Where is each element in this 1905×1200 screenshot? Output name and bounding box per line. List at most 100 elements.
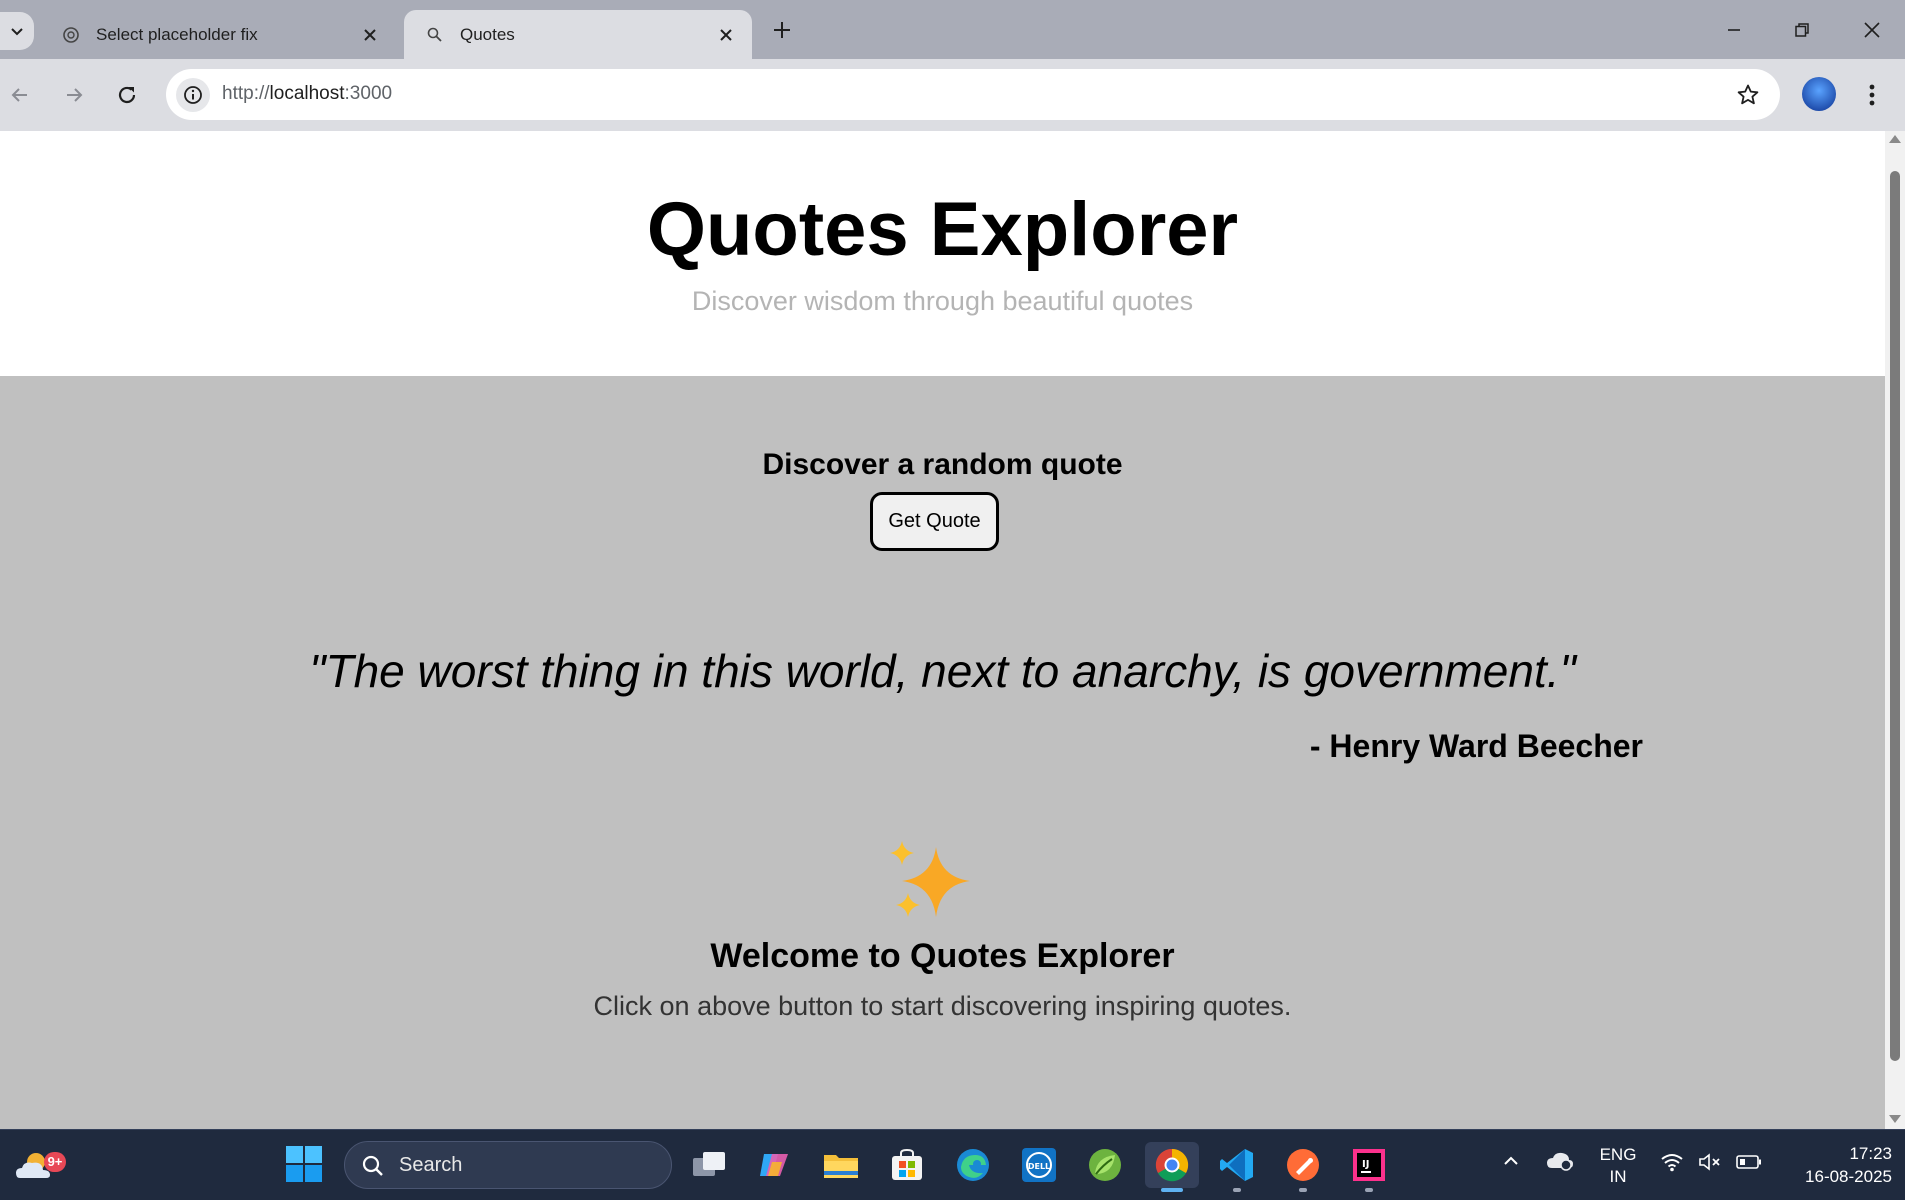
edge-icon [957, 1149, 989, 1181]
taskbar-search[interactable]: Search [344, 1141, 672, 1189]
quote-author: - Henry Ward Beecher [1309, 728, 1643, 764]
quote-text: "The worst thing in this world, next to … [309, 645, 1576, 697]
page-favicon-icon [424, 24, 446, 46]
page-scrollbar[interactable] [1885, 131, 1905, 1129]
chrome-icon [1155, 1148, 1189, 1182]
get-quote-button[interactable]: Get Quote [870, 492, 999, 551]
more-vertical-icon [1869, 84, 1875, 106]
windows-logo-icon [286, 1146, 322, 1182]
spring-tools-app[interactable] [1082, 1142, 1128, 1188]
copilot-icon [760, 1154, 788, 1176]
wifi-icon [1661, 1154, 1683, 1172]
onedrive-tray-button[interactable] [1546, 1150, 1574, 1177]
close-window-button[interactable] [1850, 10, 1894, 50]
chevron-down-icon [11, 28, 23, 36]
task-view-icon [693, 1152, 725, 1176]
dell-logo-icon: DELL [1022, 1148, 1056, 1182]
system-tray-icons[interactable] [1660, 1152, 1762, 1172]
back-button[interactable] [0, 75, 40, 115]
sparkles-icon [890, 841, 970, 917]
active-app-indicator [1161, 1188, 1183, 1192]
url-scheme: http:// [222, 83, 270, 104]
clock-date: 16-08-2025 [1805, 1167, 1892, 1186]
url-text[interactable]: http://localhost:3000 [222, 83, 392, 105]
intellij-icon: IJ [1353, 1149, 1385, 1181]
plus-icon [774, 22, 790, 38]
close-tab-icon[interactable] [714, 23, 738, 47]
running-app-indicator [1299, 1188, 1307, 1192]
clock-time: 17:23 [1849, 1144, 1892, 1163]
site-info-button[interactable] [176, 78, 210, 112]
running-app-indicator [1365, 1188, 1373, 1192]
bookmark-button[interactable] [1734, 81, 1762, 109]
postman-icon [1287, 1149, 1319, 1181]
vscode-app[interactable] [1214, 1142, 1260, 1192]
new-tab-button[interactable] [766, 14, 798, 46]
forward-button[interactable] [54, 75, 94, 115]
star-icon [1737, 84, 1759, 105]
url-host: localhost [269, 83, 345, 104]
weather-badge: 9+ [44, 1152, 66, 1172]
leaf-icon [1089, 1149, 1121, 1181]
info-icon [184, 86, 202, 104]
page-header: Quotes Explorer Discover wisdom through … [0, 131, 1885, 376]
task-view-button[interactable] [686, 1142, 732, 1188]
browser-menu-button[interactable] [1860, 79, 1884, 111]
speaker-muted-icon [1699, 1153, 1720, 1171]
page-title: Quotes Explorer [646, 187, 1239, 272]
scroll-up-arrow-icon[interactable] [1889, 135, 1901, 143]
page-subtitle: Discover wisdom through beautiful quotes [691, 286, 1194, 316]
arrow-left-icon [11, 88, 27, 102]
restore-button[interactable] [1780, 10, 1824, 50]
minimize-button[interactable] [1712, 10, 1756, 50]
postman-app[interactable] [1280, 1142, 1326, 1192]
welcome-title: Welcome to Quotes Explorer [710, 937, 1175, 975]
file-explorer-app[interactable] [818, 1142, 864, 1188]
reload-icon [118, 86, 136, 104]
cloud-sync-icon [1547, 1152, 1573, 1171]
store-icon [892, 1148, 922, 1180]
browser-tab-strip: Select placeholder fix Quotes [0, 0, 1905, 59]
svg-text:DELL: DELL [1028, 1162, 1050, 1171]
taskbar-clock[interactable]: 17:23 16-08-2025 [1780, 1142, 1892, 1188]
url-port: :3000 [344, 83, 393, 104]
restore-icon [1795, 23, 1809, 37]
vscode-icon [1220, 1149, 1253, 1181]
dell-app[interactable]: DELL [1016, 1142, 1062, 1188]
folder-icon [824, 1155, 858, 1178]
battery-icon [1736, 1155, 1761, 1169]
show-hidden-icons-button[interactable] [1502, 1152, 1520, 1175]
svg-text:IJ: IJ [1362, 1159, 1369, 1170]
page-viewport: Quotes Explorer Discover wisdom through … [0, 131, 1885, 1129]
running-app-indicator [1233, 1188, 1241, 1192]
language-code: ENG [1599, 1145, 1637, 1164]
tab-select-placeholder-fix[interactable]: Select placeholder fix [40, 10, 396, 59]
search-label: Search [399, 1154, 463, 1176]
edge-app[interactable] [950, 1142, 996, 1188]
weather-widget[interactable]: 9+ [12, 1144, 66, 1184]
close-tab-icon[interactable] [358, 23, 382, 47]
arrow-right-icon [67, 88, 83, 102]
reload-button[interactable] [107, 75, 147, 115]
tab-title: Select placeholder fix [96, 24, 258, 44]
chevron-up-icon [1504, 1156, 1518, 1165]
scrollbar-thumb[interactable] [1890, 171, 1900, 1061]
taskbar: 9+ Search DELL IJ ENG IN 17:23 16-08-202… [0, 1129, 1905, 1200]
intellij-app[interactable]: IJ [1346, 1142, 1392, 1192]
region-code: IN [1609, 1167, 1627, 1186]
profile-avatar[interactable] [1802, 77, 1836, 111]
copilot-app[interactable] [752, 1142, 798, 1188]
scroll-down-arrow-icon[interactable] [1889, 1115, 1901, 1123]
close-icon [1864, 22, 1880, 38]
tab-search-button[interactable] [0, 12, 34, 50]
address-bar[interactable]: http://localhost:3000 [166, 69, 1780, 120]
start-button[interactable] [286, 1146, 322, 1182]
discover-heading: Discover a random quote [762, 448, 1123, 481]
tab-title: Quotes [460, 24, 515, 44]
search-icon [362, 1155, 383, 1176]
input-language-indicator[interactable]: ENG IN [1598, 1144, 1638, 1188]
welcome-text: Click on above button to start discoveri… [593, 991, 1292, 1021]
microsoft-store-app[interactable] [884, 1142, 930, 1188]
tab-quotes[interactable]: Quotes [404, 10, 752, 59]
chrome-app[interactable] [1145, 1142, 1199, 1192]
